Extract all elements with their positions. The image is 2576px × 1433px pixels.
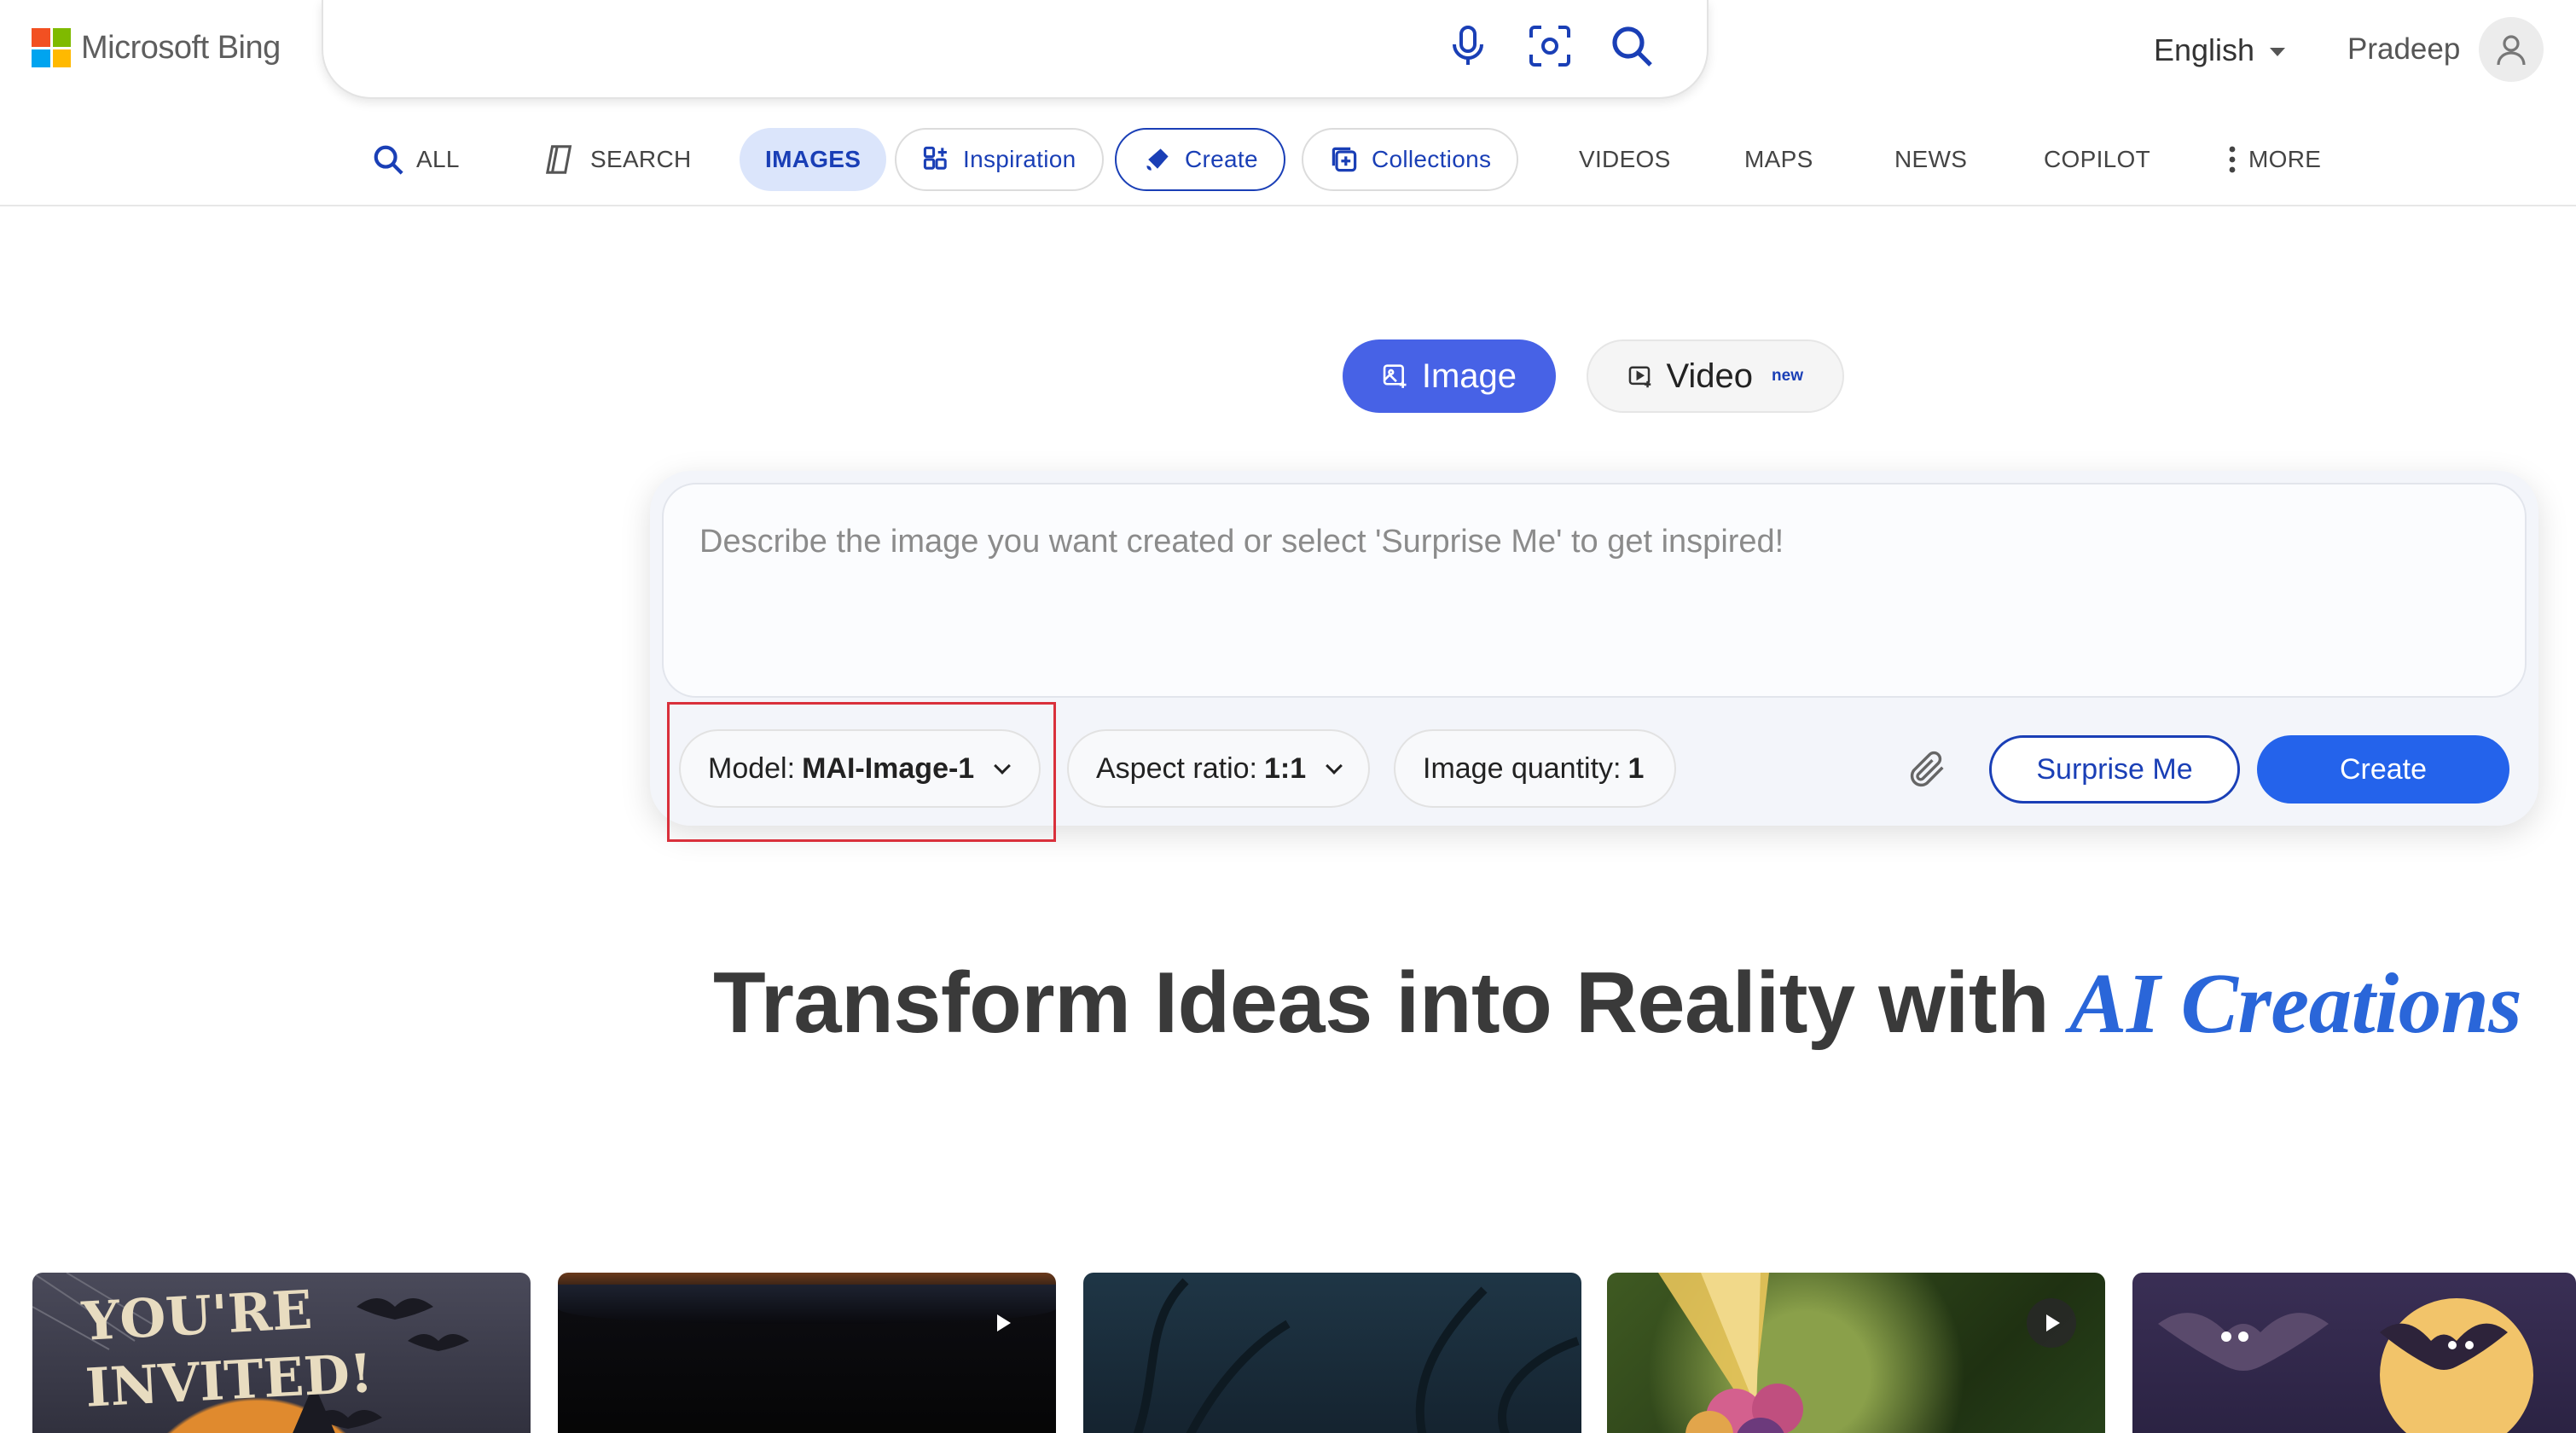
nav-collections-label: Collections (1372, 146, 1492, 172)
flower-butterfly-illustration (1658, 1273, 1803, 1433)
play-icon (2027, 1298, 2076, 1348)
new-badge: new (1772, 367, 1803, 385)
aspect-value: 1:1 (1263, 751, 1307, 785)
page-headline: Transform Ideas into Reality with AI Crea… (713, 954, 2522, 1053)
prompt-placeholder: Describe the image you want created or s… (699, 524, 1784, 560)
image-mode-label: Image (1421, 357, 1517, 395)
nav-create[interactable]: Create (1115, 128, 1285, 191)
person-icon (2497, 35, 2526, 66)
chevron-down-icon (1326, 757, 1343, 775)
caret-down-icon (2270, 48, 2286, 56)
gallery-tile-dark-video[interactable] (558, 1273, 1056, 1433)
nav-images[interactable]: IMAGES (740, 128, 887, 191)
aspect-ratio-selector[interactable]: Aspect ratio: 1:1 (1067, 729, 1370, 808)
microsoft-logo-icon (32, 28, 71, 67)
headline-accent: AI Creations (2069, 955, 2522, 1051)
attach-paperclip-icon[interactable] (1902, 744, 1953, 795)
logo-text: Microsoft Bing (81, 29, 281, 66)
nav-inspiration-label: Inspiration (963, 146, 1076, 172)
nav-more-label: MORE (2248, 146, 2322, 172)
search-icon[interactable] (1610, 24, 1654, 68)
nav-all-label: ALL (416, 146, 460, 172)
nav-search[interactable]: SEARCH (542, 128, 692, 191)
play-icon (978, 1298, 1027, 1348)
image-icon (1383, 364, 1407, 388)
nav-inspiration[interactable]: Inspiration (895, 128, 1104, 191)
gallery-tile-invited[interactable]: YOU'RE INVITED! (32, 1273, 531, 1433)
video-icon (1628, 366, 1651, 388)
nav-copilot[interactable]: COPILOT (2044, 128, 2150, 191)
nav-bar: ALL SEARCH IMAGES Inspiration Create Col… (0, 128, 2576, 206)
video-mode-button[interactable]: Video new (1587, 339, 1844, 413)
image-mode-button[interactable]: Image (1343, 339, 1556, 413)
nav-collections[interactable]: Collections (1302, 128, 1519, 191)
bing-logo[interactable]: Microsoft Bing (32, 28, 281, 67)
copilot-search-icon (545, 145, 572, 174)
search-icon (374, 145, 403, 175)
nav-videos[interactable]: VIDEOS (1579, 128, 1671, 191)
quantity-label: Image quantity: (1423, 751, 1622, 785)
create-button[interactable]: Create (2257, 735, 2509, 804)
microphone-icon[interactable] (1446, 24, 1490, 68)
inspiration-icon (923, 146, 947, 170)
nav-news-label: NEWS (1894, 146, 1968, 172)
user-account[interactable]: Pradeep (2347, 17, 2544, 82)
nav-all[interactable]: ALL (372, 128, 460, 191)
language-selector[interactable]: English (2154, 32, 2286, 68)
nav-maps-label: MAPS (1744, 146, 1813, 172)
search-box[interactable] (322, 0, 1709, 99)
collections-icon (1332, 147, 1357, 172)
nav-copilot-label: COPILOT (2044, 146, 2151, 172)
nav-maps[interactable]: MAPS (1744, 128, 1813, 191)
cartoon-bats-illustration (2158, 1298, 2533, 1433)
user-name: Pradeep (2347, 32, 2461, 66)
prompt-input[interactable]: Describe the image you want created or s… (662, 483, 2527, 698)
model-highlight-box (667, 702, 1056, 842)
create-brush-icon (1146, 148, 1169, 171)
nav-videos-label: VIDEOS (1579, 146, 1671, 172)
headline-main: Transform Ideas into Reality with (713, 955, 2050, 1051)
surprise-me-button[interactable]: Surprise Me (1989, 735, 2240, 804)
video-mode-label: Video (1666, 357, 1754, 395)
gallery-tile-flower-video[interactable] (1607, 1273, 2105, 1433)
nav-more[interactable]: MORE (2228, 128, 2321, 191)
image-quantity-selector[interactable]: Image quantity: 1 (1394, 729, 1676, 808)
gallery-tile-bats[interactable] (2132, 1273, 2576, 1433)
nav-create-label: Create (1185, 146, 1258, 172)
visual-search-icon[interactable] (1528, 24, 1572, 68)
nav-news[interactable]: NEWS (1894, 128, 1967, 191)
nav-images-label: IMAGES (765, 146, 862, 172)
more-vertical-icon (2229, 146, 2236, 173)
nav-search-label: SEARCH (590, 146, 692, 172)
quantity-value: 1 (1627, 751, 1645, 785)
forest-branches-illustration (1133, 1278, 1580, 1433)
gallery-tile-forest[interactable] (1083, 1273, 1581, 1433)
language-label: English (2154, 32, 2255, 67)
aspect-label: Aspect ratio: (1096, 751, 1257, 785)
avatar (2479, 17, 2544, 82)
invite-text: YOU'RE INVITED! (80, 1273, 374, 1421)
